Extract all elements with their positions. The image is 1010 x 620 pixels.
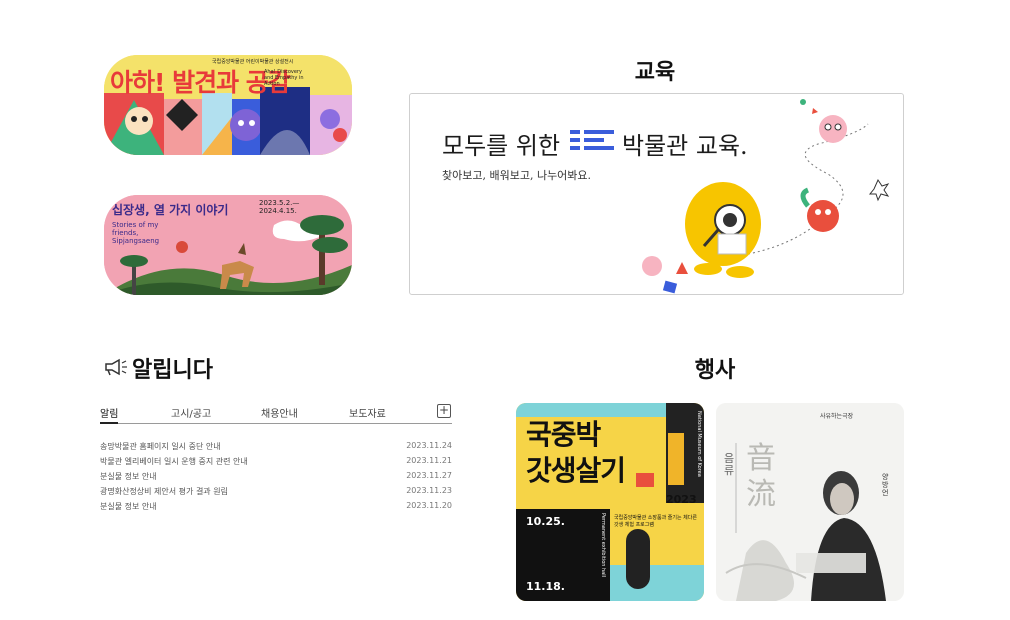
notice-item-date: 2023.11.23 [406, 486, 452, 495]
banner-aha-discovery[interactable]: 아하! 발견과 공감 국립중앙박물관 어린이박물관 상설전시 Aha! Disc… [104, 55, 352, 155]
notice-item-title: 분실물 정보 안내 [100, 472, 157, 481]
banner-sipjangsaeng[interactable]: 십장생, 열 가지 이야기 2023.5.2.— 2024.4.15. Stor… [104, 195, 352, 295]
poster-godsaeng-vertical-text: Permanent exhibition hall [600, 513, 606, 578]
notice-item-date: 2023.11.24 [406, 441, 452, 450]
notice-item[interactable]: 광명화산정상비 제안서 평가 결과 원림 2023.11.23 [100, 486, 452, 501]
megaphone-icon [105, 358, 127, 376]
notice-item[interactable]: 박물관 엘리베이터 일시 운행 중지 관련 안내 2023.11.21 [100, 456, 452, 471]
tab-announcement[interactable]: 고시/공고 [171, 405, 211, 420]
event-poster-theater[interactable]: 사유하는극장 音 流 음류 양방언 [716, 403, 904, 601]
poster-godsaeng-year: 2023 [666, 493, 697, 506]
tab-press-release[interactable]: 보도자료 [349, 405, 386, 420]
notice-item-date: 2023.11.21 [406, 456, 452, 465]
more-notices-button[interactable]: + [437, 404, 451, 418]
poster-godsaeng-side-text: National Museum of Korea [696, 411, 702, 477]
education-subtitle: 찾아보고, 배워보고, 나누어봐요. [442, 169, 592, 182]
education-illustration [642, 99, 890, 294]
poster-godsaeng-description: 국립중앙박물관 소장품과 즐기는 체다른 갓생 체험 프로그램 [614, 515, 697, 528]
notice-item-title: 분실물 정보 안내 [100, 502, 157, 511]
notice-item[interactable]: 송망박물관 홈페이지 일시 중단 안내 2023.11.24 [100, 441, 452, 456]
poster-theater-artwork [716, 403, 904, 601]
poster-theater-artist-name: 양방언 [882, 473, 889, 497]
poster-godsaeng-title-line2: 갓생살기 [526, 454, 626, 487]
education-heading: 교육 [634, 60, 676, 85]
banner-aha-title: 아하! 발견과 공감 [110, 68, 291, 97]
notice-item[interactable]: 분실물 정보 안내 2023.11.20 [100, 501, 452, 516]
tab-recruitment[interactable]: 채용안내 [261, 405, 298, 420]
notice-item-title: 광명화산정상비 제안서 평가 결과 원림 [100, 487, 228, 496]
banner-sipjangsaeng-english: Stories of my friends, Sipjangsaeng [112, 221, 160, 245]
poster-godsaeng-start-date: 10.25. [526, 515, 565, 528]
banner-aha-caption: 국립중앙박물관 어린이박물관 상설전시 [212, 59, 294, 65]
poster-theater-header: 사유하는극장 [820, 413, 854, 420]
poster-theater-char2: 流 [746, 477, 776, 512]
banner-aha-english: Aha! Discovery and Empathy in Action [264, 69, 304, 87]
education-banner[interactable]: 모두를 위한 박물관 교육. 찾아보고, 배워보고, 나누어봐요. [409, 93, 904, 295]
banner-sipjangsaeng-title: 십장생, 열 가지 이야기 [112, 203, 229, 217]
notice-item-date: 2023.11.20 [406, 501, 452, 510]
poster-godsaeng-end-date: 11.18. [526, 580, 565, 593]
notice-item-title: 송망박물관 홈페이지 일시 중단 안내 [100, 442, 221, 451]
poster-godsaeng-title-line1: 국중박 [526, 418, 601, 451]
tab-notice[interactable]: 알림 [100, 405, 118, 420]
notice-item-date: 2023.11.27 [406, 471, 452, 480]
events-heading: 행사 [694, 358, 736, 383]
notice-item-title: 박물관 엘리베이터 일시 운행 중지 관련 안내 [100, 457, 248, 466]
notices-heading: 알립니다 [132, 358, 213, 383]
tab-active-indicator [100, 422, 118, 424]
tab-divider [100, 423, 452, 424]
poster-theater-title-hangul: 음류 [724, 452, 735, 477]
event-poster-godsaeng[interactable]: 국중박 갓생살기 2023 10.25. 11.18. 국립중앙박물관 소장품과… [516, 403, 704, 601]
banner-sipjangsaeng-dates: 2023.5.2.— 2024.4.15. [259, 199, 300, 215]
museum-logo-icon [570, 130, 614, 150]
education-headline-part1: 모두를 위한 [442, 132, 561, 160]
notice-item[interactable]: 분실물 정보 안내 2023.11.27 [100, 471, 452, 486]
